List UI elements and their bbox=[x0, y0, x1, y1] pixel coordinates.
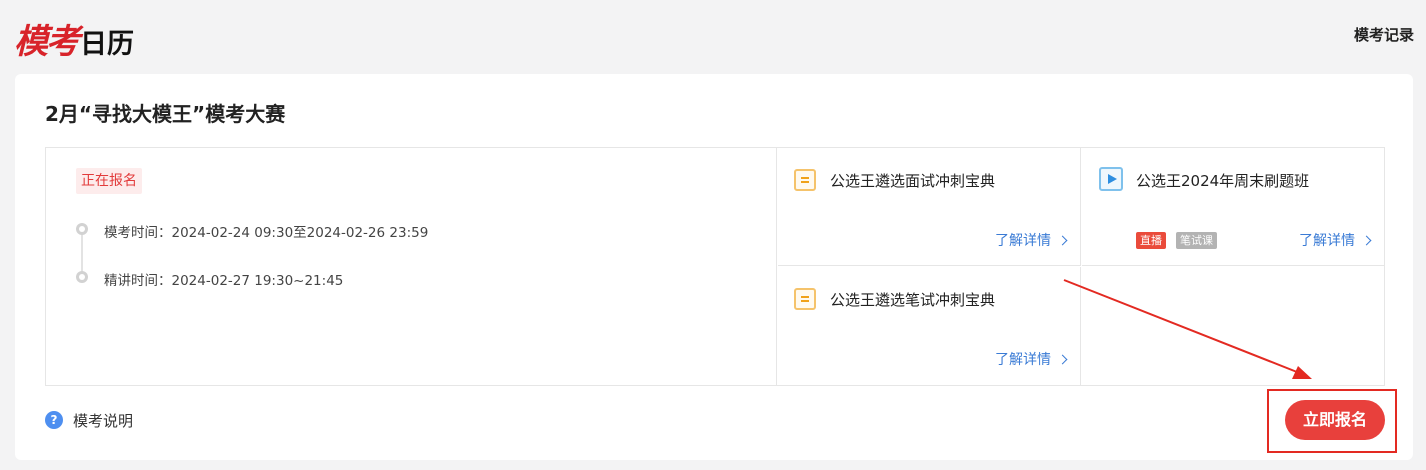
annotation-arrow-icon bbox=[1063, 279, 1312, 379]
